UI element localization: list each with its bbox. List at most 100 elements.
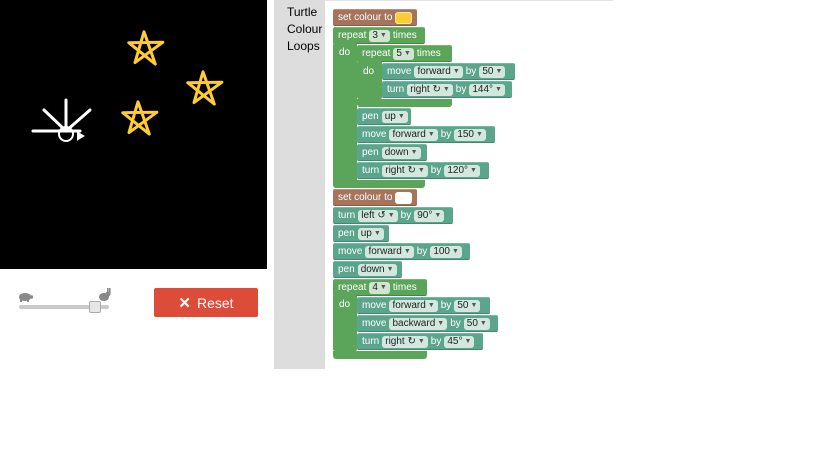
category-colour[interactable]: Colour <box>274 21 325 38</box>
colour-swatch[interactable] <box>395 191 412 204</box>
block-label: move <box>362 129 387 140</box>
move-block[interactable]: move forward ▼ by 50 ▼ <box>357 297 490 314</box>
pen-state-dropdown[interactable]: up ▼ <box>381 110 408 123</box>
drawn-stars <box>121 30 224 136</box>
block-label: set colour to <box>338 192 393 203</box>
block-label: turn <box>362 336 380 347</box>
turn-direction-dropdown[interactable]: right ↻ ▼ <box>382 335 428 348</box>
speed-slider[interactable] <box>17 288 115 318</box>
angle-field[interactable]: 45° ▼ <box>444 335 475 348</box>
turn-direction-dropdown[interactable]: left ↺ ▼ <box>358 209 398 222</box>
distance-field[interactable]: 50 ▼ <box>454 299 481 312</box>
angle-field[interactable]: 144° ▼ <box>469 83 505 96</box>
block-label: by <box>430 336 442 347</box>
block-label: by <box>400 210 412 221</box>
move-block[interactable]: move forward ▼ by 150 ▼ <box>357 126 495 143</box>
toolbox: Turtle Colour Loops <box>274 0 325 369</box>
turn-direction-dropdown[interactable]: right ↻ ▼ <box>382 164 428 177</box>
angle-field[interactable]: 120° ▼ <box>444 164 480 177</box>
block-label: pen <box>338 264 355 275</box>
direction-dropdown[interactable]: forward ▼ <box>389 128 438 141</box>
block-label: turn <box>362 165 380 176</box>
turtle-canvas <box>0 0 267 269</box>
pen-state-dropdown[interactable]: down ▼ <box>357 263 397 276</box>
slow-turtle-icon <box>19 293 33 302</box>
block-label: pen <box>362 147 379 158</box>
block-label: by <box>465 66 477 77</box>
repeat-block[interactable]: repeat 4 ▼ times <box>333 279 427 296</box>
block-label: times <box>416 48 441 59</box>
block-label: repeat <box>338 282 367 293</box>
move-block[interactable]: move forward ▼ by 100 ▼ <box>333 243 470 260</box>
block-label: turn <box>338 210 356 221</box>
pen-block[interactable]: pen down ▼ <box>357 144 427 161</box>
repeat-count-field[interactable]: 3 ▼ <box>369 29 390 42</box>
star-2 <box>186 70 224 106</box>
block-label: move <box>362 318 387 329</box>
close-icon: ✕ <box>178 294 191 312</box>
set-colour-block[interactable]: set colour to <box>333 9 417 26</box>
distance-field[interactable]: 50 ▼ <box>463 317 490 330</box>
direction-dropdown[interactable]: backward ▼ <box>389 317 448 330</box>
star-1 <box>127 30 165 66</box>
block-label: times <box>392 30 417 41</box>
turn-block[interactable]: turn right ↻ ▼ by 144° ▼ <box>382 81 512 98</box>
direction-dropdown[interactable]: forward ▼ <box>365 245 414 258</box>
block-label: turn <box>387 84 405 95</box>
distance-field[interactable]: 50 ▼ <box>479 65 506 78</box>
white-lines <box>31 98 92 133</box>
pen-block[interactable]: pen up ▼ <box>357 108 411 125</box>
turn-block[interactable]: turn left ↺ ▼ by 90° ▼ <box>333 207 453 224</box>
block-label: by <box>455 84 467 95</box>
distance-field[interactable]: 100 ▼ <box>430 245 462 258</box>
reset-label: Reset <box>197 294 234 311</box>
turn-block[interactable]: turn right ↻ ▼ by 120° ▼ <box>357 162 489 179</box>
distance-field[interactable]: 150 ▼ <box>454 128 486 141</box>
turn-block[interactable]: turn right ↻ ▼ by 45° ▼ <box>357 333 483 350</box>
block-label: pen <box>362 111 379 122</box>
repeat-body-bar <box>333 43 357 181</box>
block-label: times <box>392 282 417 293</box>
category-loops[interactable]: Loops <box>274 38 325 55</box>
category-turtle[interactable]: Turtle <box>274 4 325 21</box>
do-label: do <box>363 66 375 77</box>
slider-thumb[interactable] <box>89 301 102 313</box>
repeat-block[interactable]: repeat 5 ▼ times <box>357 45 452 62</box>
direction-dropdown[interactable]: forward ▼ <box>389 299 438 312</box>
pen-block[interactable]: pen down ▼ <box>333 261 402 278</box>
repeat-count-field[interactable]: 4 ▼ <box>369 281 390 294</box>
block-label: by <box>440 129 452 140</box>
move-block[interactable]: move forward ▼ by 50 ▼ <box>382 63 515 80</box>
fast-rabbit-icon <box>99 288 111 301</box>
repeat-footer <box>357 99 452 107</box>
direction-dropdown[interactable]: forward ▼ <box>414 65 463 78</box>
angle-field[interactable]: 90° ▼ <box>414 209 445 222</box>
block-label: move <box>338 246 363 257</box>
block-label: set colour to <box>338 12 393 23</box>
do-label: do <box>339 47 351 58</box>
pen-block[interactable]: pen up ▼ <box>333 225 389 242</box>
move-block[interactable]: move backward ▼ by 50 ▼ <box>357 315 498 332</box>
block-label: by <box>440 300 452 311</box>
block-label: by <box>450 318 461 329</box>
repeat-footer <box>333 351 427 359</box>
block-workspace[interactable]: set colour to repeat 3 ▼ times do repeat … <box>325 0 613 369</box>
pen-state-dropdown[interactable]: up ▼ <box>357 227 384 240</box>
block-label: move <box>362 300 387 311</box>
set-colour-block[interactable]: set colour to <box>333 189 417 206</box>
block-label: pen <box>338 228 355 239</box>
colour-swatch[interactable] <box>395 11 412 24</box>
repeat-block[interactable]: repeat 3 ▼ times <box>333 27 425 44</box>
block-label: move <box>387 66 412 77</box>
block-label: repeat <box>362 48 391 59</box>
pen-state-dropdown[interactable]: down ▼ <box>381 146 421 159</box>
block-label: by <box>416 246 428 257</box>
do-label: do <box>339 299 351 310</box>
repeat-footer <box>333 180 425 188</box>
star-3 <box>121 100 159 136</box>
block-label: repeat <box>338 30 367 41</box>
reset-button[interactable]: ✕ Reset <box>154 288 258 317</box>
turn-direction-dropdown[interactable]: right ↻ ▼ <box>407 83 453 96</box>
repeat-count-field[interactable]: 5 ▼ <box>393 47 414 60</box>
block-label: by <box>430 165 442 176</box>
